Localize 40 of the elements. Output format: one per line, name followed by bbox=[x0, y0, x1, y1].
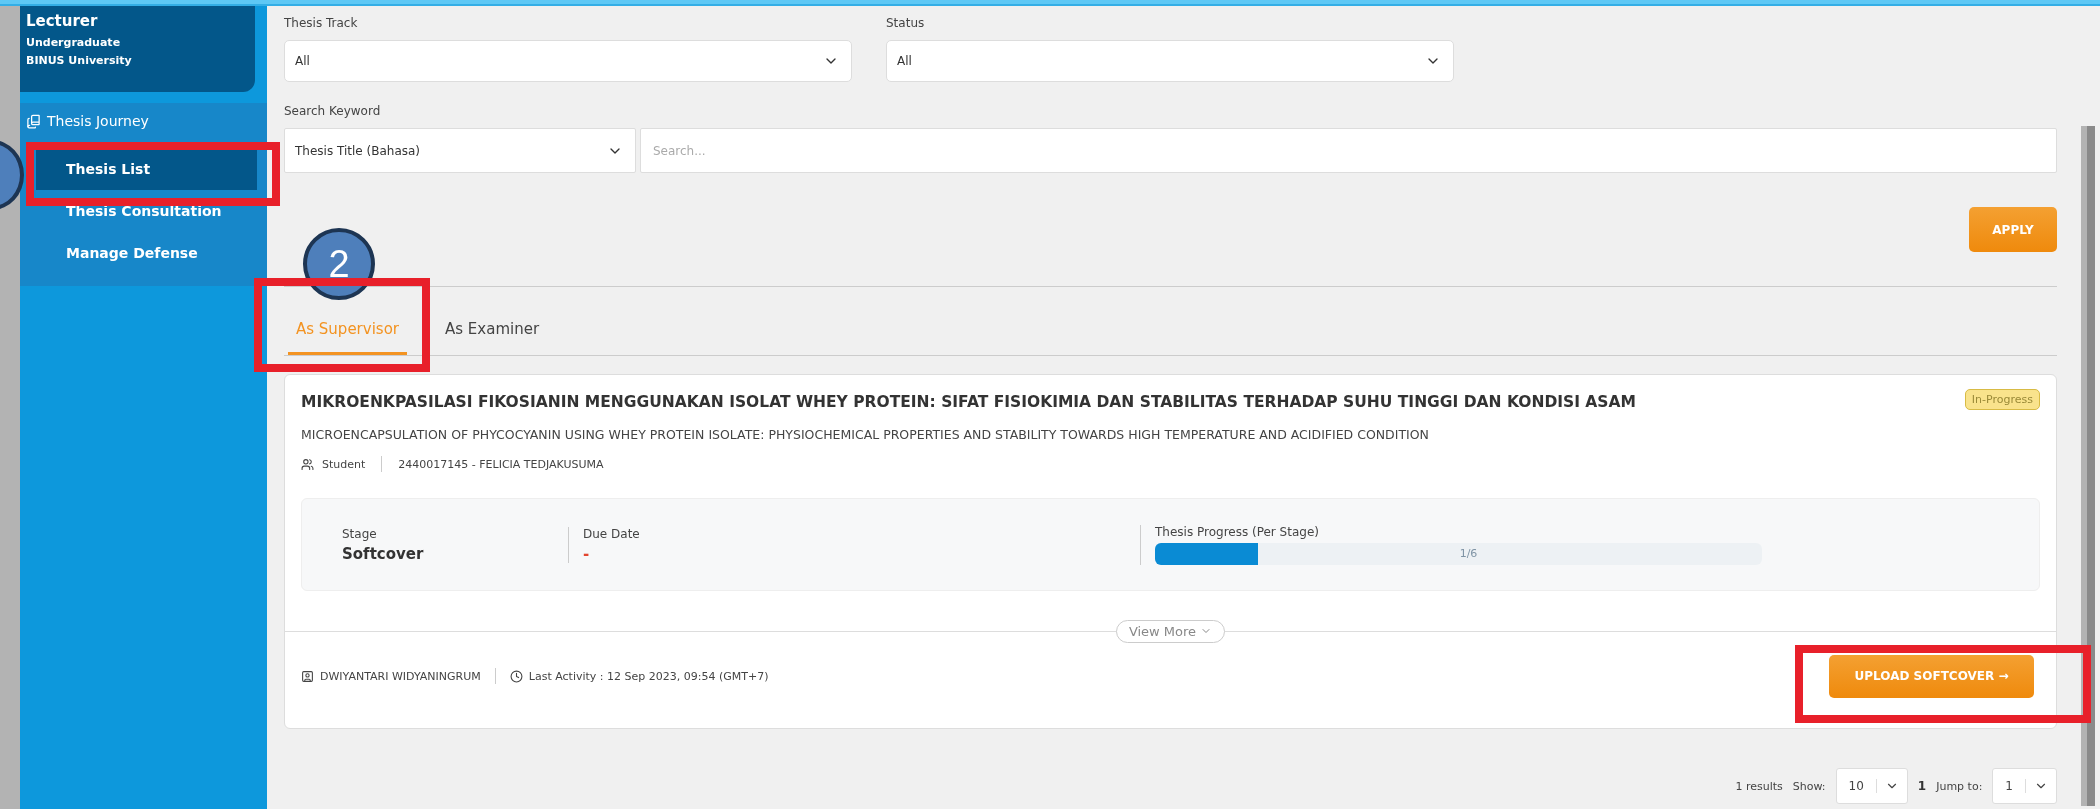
user-role: Lecturer bbox=[26, 12, 99, 30]
users-icon bbox=[301, 457, 314, 471]
jump-label: Jump to: bbox=[1936, 779, 1983, 793]
program-text: Undergraduate bbox=[26, 35, 122, 51]
current-page[interactable]: 1 bbox=[1917, 779, 1927, 793]
last-activity: Last Activity : 12 Sep 2023, 09:54 (GMT+7) bbox=[528, 669, 769, 683]
scrollbar[interactable] bbox=[2080, 126, 2095, 806]
clock-icon bbox=[509, 669, 523, 683]
thesis-title: MIKROENKPASILASI FIKOSIANIN MENGGUNAKAN ISOLAT WHEY PROTEIN: SIFAT FISIOKIMIA DAN STABILITAS TERHADAP SUHU TINGGI DAN KONDISI ASAM bbox=[301, 393, 1636, 411]
keyword-field-select[interactable]: Thesis Title (Bahasa) bbox=[284, 128, 636, 173]
field-label: Search Keyword bbox=[284, 104, 382, 118]
progress-label: Thesis Progress (Per Stage) bbox=[1155, 524, 1320, 539]
thesis-track-select[interactable]: All bbox=[284, 40, 852, 82]
supervisor-name: DWIYANTARI WIDYANINGRUM bbox=[320, 669, 481, 683]
show-label: Show: bbox=[1792, 779, 1826, 793]
field-label: Status bbox=[886, 16, 926, 30]
search-field[interactable]: Search... bbox=[640, 128, 2057, 173]
thesis-subtitle: MICROENCAPSULATION OF PHYCOCYANIN USING WHEY PROTEIN ISOLATE: PHYSIOCHEMICAL PROPERTIES AND STABILITY TOWARDS HIGH TEMPERATURE AND ACIDIFIED CONDITION bbox=[301, 427, 1430, 442]
view-more-button[interactable]: View More bbox=[1115, 619, 1226, 643]
book-icon bbox=[26, 113, 41, 129]
progress-reading: 1/6 bbox=[1459, 547, 1478, 560]
sidebar-item[interactable]: Manage Defense bbox=[36, 232, 257, 274]
sidebar-item[interactable]: Thesis Consultation bbox=[36, 190, 257, 232]
due-date-value: - bbox=[583, 544, 591, 563]
due-date-label: Due Date bbox=[583, 526, 641, 541]
jump-select[interactable]: 1 bbox=[1992, 768, 2057, 804]
institution-text: BINUS University bbox=[26, 52, 133, 69]
sidebar-item[interactable]: Thesis List bbox=[36, 148, 257, 190]
results-count: 1 results bbox=[1735, 779, 1783, 793]
student-name: 2440017145 - FELICIA TEDJAKUSUMA bbox=[398, 457, 604, 471]
stage-label: Stage bbox=[342, 526, 378, 541]
nav-section-title: Thesis Journey bbox=[47, 113, 149, 129]
status-badge: In-Progress bbox=[1964, 389, 2040, 410]
id-badge-icon bbox=[301, 669, 314, 683]
status-select[interactable]: All bbox=[886, 40, 1454, 82]
field-label: Thesis Track bbox=[284, 16, 359, 30]
stage-value: Softcover bbox=[342, 544, 425, 563]
student-label: Student bbox=[322, 457, 366, 471]
tab[interactable]: As Examiner bbox=[437, 305, 548, 355]
page-size-select[interactable]: 10 bbox=[1835, 768, 1908, 804]
